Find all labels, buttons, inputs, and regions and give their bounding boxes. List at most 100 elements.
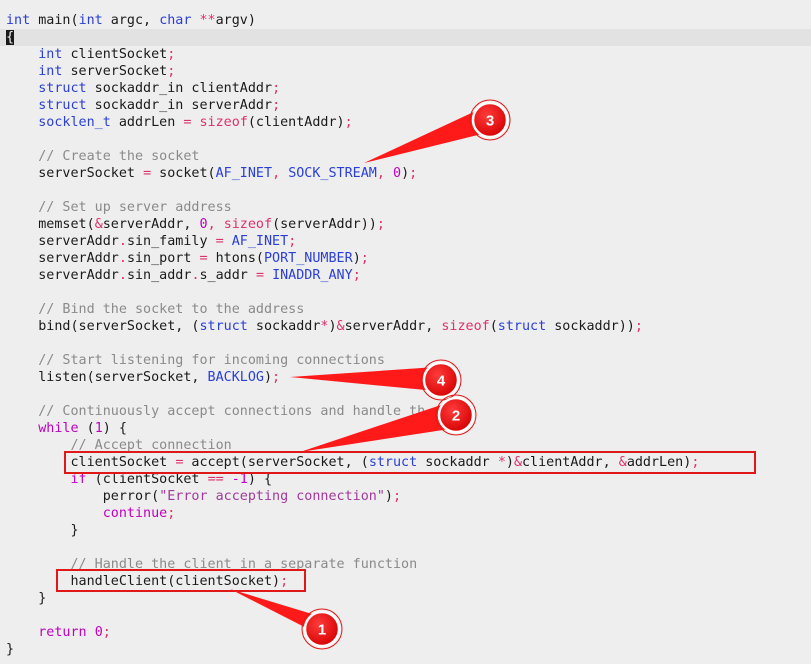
token: ) { bbox=[247, 472, 273, 487]
code-line-14[interactable]: memset(&serverAddr, 0, sizeof(serverAddr… bbox=[6, 216, 385, 233]
token: serverAddr, bbox=[102, 217, 200, 232]
token: while bbox=[38, 421, 79, 436]
code-line-6[interactable]: struct sockaddr_in clientAddr; bbox=[6, 80, 280, 97]
code-editor[interactable]: int main(int argc, char **argv) { int cl… bbox=[0, 0, 811, 664]
code-line-5[interactable]: int serverSocket; bbox=[6, 63, 175, 80]
code-line-25[interactable]: // Continuously accept connections and h… bbox=[6, 403, 425, 420]
code-line-26[interactable]: while (1) { bbox=[6, 420, 127, 437]
token: sin_family bbox=[126, 234, 216, 249]
code-line-11[interactable]: serverSocket = socket(AF_INET, SOCK_STRE… bbox=[6, 165, 417, 182]
token: ; bbox=[352, 268, 361, 283]
code-line-19[interactable]: // Bind the socket to the address bbox=[6, 301, 304, 318]
token: ; bbox=[272, 98, 281, 113]
code-line-39[interactable]: } bbox=[6, 641, 14, 658]
code-line-8[interactable]: socklen_t addrLen = sizeof(clientAddr); bbox=[6, 114, 352, 131]
code-line-2[interactable]: { bbox=[6, 29, 15, 46]
code-line-30[interactable]: perror("Error accepting connection"); bbox=[6, 488, 401, 505]
token: AF_INET bbox=[231, 234, 289, 249]
token: return bbox=[38, 625, 87, 640]
token: ) bbox=[352, 251, 361, 266]
token: -1 bbox=[231, 472, 248, 487]
token: ; bbox=[392, 489, 402, 504]
token: ; bbox=[272, 370, 281, 385]
comment: // Start listening for incoming connecti… bbox=[6, 353, 385, 368]
token: main( bbox=[30, 13, 79, 28]
token: BACKLOG bbox=[207, 370, 264, 385]
token: } bbox=[6, 591, 47, 606]
code-line-22[interactable]: // Start listening for incoming connecti… bbox=[6, 352, 385, 369]
code-line-36[interactable]: } bbox=[6, 590, 46, 607]
code-line-7[interactable]: struct sockaddr_in serverAddr; bbox=[6, 97, 280, 114]
code-line-38[interactable]: return 0; bbox=[6, 624, 111, 641]
token: int bbox=[38, 47, 63, 62]
code-line-32[interactable]: } bbox=[6, 522, 78, 539]
code-line-16[interactable]: serverAddr.sin_port = htons(PORT_NUMBER)… bbox=[6, 250, 369, 267]
highlight-box-handle-client bbox=[56, 569, 306, 592]
token: ; bbox=[167, 64, 176, 79]
token: ) { bbox=[102, 421, 127, 436]
token: ( bbox=[78, 421, 95, 436]
token: if bbox=[70, 472, 87, 487]
code-line-1[interactable]: int main(int argc, char **argv) bbox=[6, 12, 256, 29]
token: } bbox=[6, 642, 15, 657]
code-line-15[interactable]: serverAddr.sin_family = AF_INET; bbox=[6, 233, 296, 250]
token: ** bbox=[199, 13, 216, 28]
token: serverAddr bbox=[6, 268, 119, 283]
code-line-10[interactable]: // Create the socket bbox=[6, 148, 199, 165]
token: sockaddr bbox=[247, 319, 321, 334]
token: serverSocket bbox=[6, 166, 144, 181]
token: ) bbox=[328, 319, 337, 334]
token: sockaddr_in serverAddr bbox=[86, 98, 273, 113]
token: (serverAddr)) bbox=[272, 217, 377, 232]
code-line-20[interactable]: bind(serverSocket, (struct sockaddr*)&se… bbox=[6, 318, 643, 335]
token: . bbox=[118, 234, 127, 249]
token: argv) bbox=[215, 13, 256, 28]
token: "Error accepting connection" bbox=[159, 489, 385, 504]
token: = bbox=[199, 251, 208, 266]
token: int bbox=[38, 64, 63, 79]
token: bind(serverSocket, ( bbox=[6, 319, 200, 334]
token: , bbox=[376, 166, 393, 181]
code-line-13[interactable]: // Set up server address bbox=[6, 199, 232, 216]
code-line-23[interactable]: listen(serverSocket, BACKLOG); bbox=[6, 369, 280, 386]
token: socklen_t bbox=[38, 115, 111, 130]
comment: // Continuously accept connections and h… bbox=[6, 404, 426, 419]
token: PORT_NUMBER bbox=[264, 251, 353, 266]
token: ; bbox=[272, 81, 281, 96]
token: sockaddr_in clientAddr bbox=[86, 81, 273, 96]
token: char bbox=[159, 13, 192, 28]
token: , bbox=[272, 166, 289, 181]
current-line-highlight bbox=[0, 29, 811, 46]
token: sizeof bbox=[223, 217, 273, 232]
token: ; bbox=[634, 319, 643, 334]
code-line-31[interactable]: continue; bbox=[6, 505, 176, 522]
token: ; bbox=[360, 251, 369, 266]
token: (clientSocket bbox=[86, 472, 208, 487]
token: int bbox=[78, 13, 103, 28]
comment: // Bind the socket to the address bbox=[6, 302, 305, 317]
code-line-4[interactable]: int clientSocket; bbox=[6, 46, 175, 63]
token: sockaddr)) bbox=[546, 319, 635, 334]
highlight-box-accept bbox=[64, 451, 756, 474]
token: == bbox=[207, 472, 224, 487]
token: . bbox=[118, 251, 127, 266]
token: . bbox=[191, 268, 200, 283]
code-line-17[interactable]: serverAddr.sin_addr.s_addr = INADDR_ANY; bbox=[6, 267, 361, 284]
token: socket( bbox=[151, 166, 216, 181]
token: struct bbox=[497, 319, 547, 334]
token: = bbox=[143, 166, 152, 181]
token: struct bbox=[38, 81, 87, 96]
token: serverAddr, bbox=[344, 319, 442, 334]
token: sin_addr bbox=[126, 268, 192, 283]
token: ; bbox=[167, 47, 176, 62]
token: serverSocket bbox=[62, 64, 168, 79]
